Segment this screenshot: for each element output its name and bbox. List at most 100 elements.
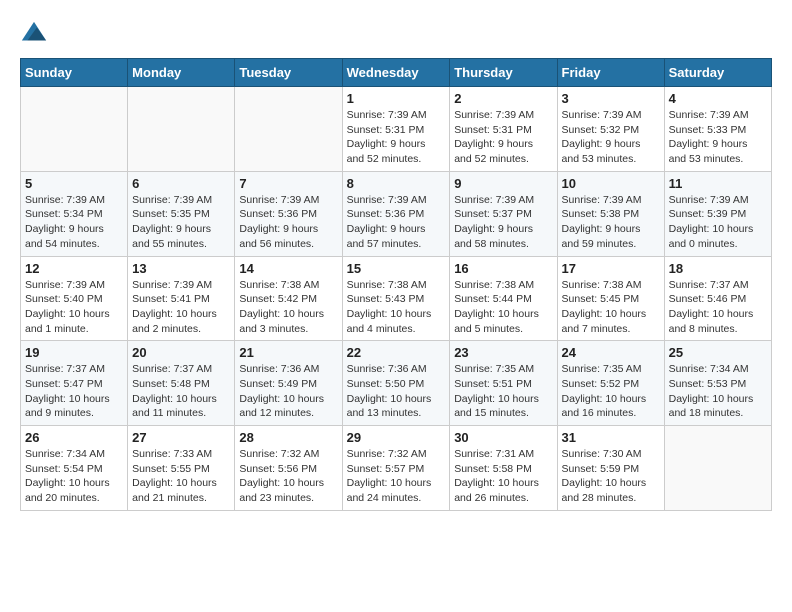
day-number: 27 [132, 430, 230, 445]
header-thursday: Thursday [450, 59, 557, 87]
day-number: 30 [454, 430, 552, 445]
calendar-cell: 2Sunrise: 7:39 AM Sunset: 5:31 PM Daylig… [450, 87, 557, 172]
day-info: Sunrise: 7:39 AM Sunset: 5:38 PM Dayligh… [562, 193, 660, 252]
calendar-cell: 10 Sunrise: 7:39 AM Sunset: 5:38 PM Dayli… [557, 171, 664, 256]
day-info: Sunrise: 7:30 AM Sunset: 5:59 PM Dayligh… [562, 447, 660, 506]
day-info: Sunrise: 7:39 AM Sunset: 5:32 PM Dayligh… [562, 108, 660, 167]
calendar-week-row: 12 Sunrise: 7:39 AM Sunset: 5:40 PM Dayli… [21, 256, 772, 341]
day-info: Sunrise: 7:37 AM Sunset: 5:47 PM Dayligh… [25, 362, 123, 421]
calendar-cell: 26 Sunrise: 7:34 AM Sunset: 5:54 PM Dayli… [21, 426, 128, 511]
calendar-cell: 3 Sunrise: 7:39 AM Sunset: 5:32 PM Daylig… [557, 87, 664, 172]
day-info: Sunrise: 7:38 AM Sunset: 5:45 PM Dayligh… [562, 278, 660, 337]
day-info: Sunrise: 7:35 AM Sunset: 5:52 PM Dayligh… [562, 362, 660, 421]
day-info: Sunrise: 7:33 AM Sunset: 5:55 PM Dayligh… [132, 447, 230, 506]
header-wednesday: Wednesday [342, 59, 450, 87]
calendar-cell: 16 Sunrise: 7:38 AM Sunset: 5:44 PM Dayli… [450, 256, 557, 341]
header-saturday: Saturday [664, 59, 771, 87]
calendar-cell: 11 Sunrise: 7:39 AM Sunset: 5:39 PM Dayli… [664, 171, 771, 256]
day-info: Sunrise: 7:39 AM Sunset: 5:34 PM Dayligh… [25, 193, 123, 252]
calendar-header-row: SundayMondayTuesdayWednesdayThursdayFrid… [21, 59, 772, 87]
day-number: 8 [347, 176, 446, 191]
day-info: Sunrise: 7:39 AM Sunset: 5:41 PM Dayligh… [132, 278, 230, 337]
calendar-table: SundayMondayTuesdayWednesdayThursdayFrid… [20, 58, 772, 511]
day-number: 9 [454, 176, 552, 191]
calendar-cell: 30 Sunrise: 7:31 AM Sunset: 5:58 PM Dayli… [450, 426, 557, 511]
day-number: 6 [132, 176, 230, 191]
calendar-cell [235, 87, 342, 172]
calendar-cell: 22 Sunrise: 7:36 AM Sunset: 5:50 PM Dayli… [342, 341, 450, 426]
day-info: Sunrise: 7:34 AM Sunset: 5:53 PM Dayligh… [669, 362, 767, 421]
day-number: 19 [25, 345, 123, 360]
day-info: Sunrise: 7:35 AM Sunset: 5:51 PM Dayligh… [454, 362, 552, 421]
day-info: Sunrise: 7:37 AM Sunset: 5:48 PM Dayligh… [132, 362, 230, 421]
calendar-cell: 15Sunrise: 7:38 AM Sunset: 5:43 PM Dayli… [342, 256, 450, 341]
calendar-week-row: 19 Sunrise: 7:37 AM Sunset: 5:47 PM Dayli… [21, 341, 772, 426]
day-number: 23 [454, 345, 552, 360]
day-info: Sunrise: 7:32 AM Sunset: 5:57 PM Dayligh… [347, 447, 446, 506]
calendar-week-row: 5 Sunrise: 7:39 AM Sunset: 5:34 PM Daylig… [21, 171, 772, 256]
day-number: 29 [347, 430, 446, 445]
header-monday: Monday [128, 59, 235, 87]
day-info: Sunrise: 7:38 AM Sunset: 5:44 PM Dayligh… [454, 278, 552, 337]
calendar-cell: 25 Sunrise: 7:34 AM Sunset: 5:53 PM Dayli… [664, 341, 771, 426]
calendar-cell: 20Sunrise: 7:37 AM Sunset: 5:48 PM Dayli… [128, 341, 235, 426]
calendar-cell: 8 Sunrise: 7:39 AM Sunset: 5:36 PM Daylig… [342, 171, 450, 256]
calendar-cell: 12 Sunrise: 7:39 AM Sunset: 5:40 PM Dayli… [21, 256, 128, 341]
day-number: 3 [562, 91, 660, 106]
day-info: Sunrise: 7:39 AM Sunset: 5:35 PM Dayligh… [132, 193, 230, 252]
logo [20, 20, 52, 48]
calendar-cell: 5 Sunrise: 7:39 AM Sunset: 5:34 PM Daylig… [21, 171, 128, 256]
calendar-cell: 1Sunrise: 7:39 AM Sunset: 5:31 PM Daylig… [342, 87, 450, 172]
day-number: 5 [25, 176, 123, 191]
day-info: Sunrise: 7:37 AM Sunset: 5:46 PM Dayligh… [669, 278, 767, 337]
calendar-cell [664, 426, 771, 511]
day-info: Sunrise: 7:34 AM Sunset: 5:54 PM Dayligh… [25, 447, 123, 506]
day-number: 12 [25, 261, 123, 276]
day-info: Sunrise: 7:38 AM Sunset: 5:42 PM Dayligh… [239, 278, 337, 337]
day-info: Sunrise: 7:39 AM Sunset: 5:36 PM Dayligh… [239, 193, 337, 252]
day-info: Sunrise: 7:39 AM Sunset: 5:37 PM Dayligh… [454, 193, 552, 252]
day-info: Sunrise: 7:36 AM Sunset: 5:49 PM Dayligh… [239, 362, 337, 421]
page-header [20, 20, 772, 48]
calendar-cell: 19 Sunrise: 7:37 AM Sunset: 5:47 PM Dayli… [21, 341, 128, 426]
calendar-cell: 7 Sunrise: 7:39 AM Sunset: 5:36 PM Daylig… [235, 171, 342, 256]
day-number: 22 [347, 345, 446, 360]
day-number: 4 [669, 91, 767, 106]
calendar-week-row: 26 Sunrise: 7:34 AM Sunset: 5:54 PM Dayli… [21, 426, 772, 511]
day-number: 14 [239, 261, 337, 276]
day-number: 13 [132, 261, 230, 276]
day-info: Sunrise: 7:31 AM Sunset: 5:58 PM Dayligh… [454, 447, 552, 506]
day-number: 11 [669, 176, 767, 191]
calendar-cell: 17 Sunrise: 7:38 AM Sunset: 5:45 PM Dayli… [557, 256, 664, 341]
day-number: 10 [562, 176, 660, 191]
day-number: 16 [454, 261, 552, 276]
day-info: Sunrise: 7:39 AM Sunset: 5:40 PM Dayligh… [25, 278, 123, 337]
day-info: Sunrise: 7:39 AM Sunset: 5:36 PM Dayligh… [347, 193, 446, 252]
calendar-cell: 23 Sunrise: 7:35 AM Sunset: 5:51 PM Dayli… [450, 341, 557, 426]
header-friday: Friday [557, 59, 664, 87]
day-number: 26 [25, 430, 123, 445]
logo-icon [20, 20, 48, 48]
calendar-week-row: 1Sunrise: 7:39 AM Sunset: 5:31 PM Daylig… [21, 87, 772, 172]
calendar-cell: 9 Sunrise: 7:39 AM Sunset: 5:37 PM Daylig… [450, 171, 557, 256]
calendar-cell: 27 Sunrise: 7:33 AM Sunset: 5:55 PM Dayli… [128, 426, 235, 511]
calendar-cell: 18 Sunrise: 7:37 AM Sunset: 5:46 PM Dayli… [664, 256, 771, 341]
calendar-cell: 14 Sunrise: 7:38 AM Sunset: 5:42 PM Dayli… [235, 256, 342, 341]
calendar-cell: 28Sunrise: 7:32 AM Sunset: 5:56 PM Dayli… [235, 426, 342, 511]
day-number: 7 [239, 176, 337, 191]
day-info: Sunrise: 7:38 AM Sunset: 5:43 PM Dayligh… [347, 278, 446, 337]
day-info: Sunrise: 7:39 AM Sunset: 5:39 PM Dayligh… [669, 193, 767, 252]
day-number: 18 [669, 261, 767, 276]
calendar-cell [128, 87, 235, 172]
day-number: 25 [669, 345, 767, 360]
day-info: Sunrise: 7:36 AM Sunset: 5:50 PM Dayligh… [347, 362, 446, 421]
day-info: Sunrise: 7:32 AM Sunset: 5:56 PM Dayligh… [239, 447, 337, 506]
header-sunday: Sunday [21, 59, 128, 87]
calendar-cell: 4Sunrise: 7:39 AM Sunset: 5:33 PM Daylig… [664, 87, 771, 172]
day-number: 17 [562, 261, 660, 276]
day-number: 24 [562, 345, 660, 360]
header-tuesday: Tuesday [235, 59, 342, 87]
day-number: 21 [239, 345, 337, 360]
calendar-cell [21, 87, 128, 172]
day-number: 1 [347, 91, 446, 106]
